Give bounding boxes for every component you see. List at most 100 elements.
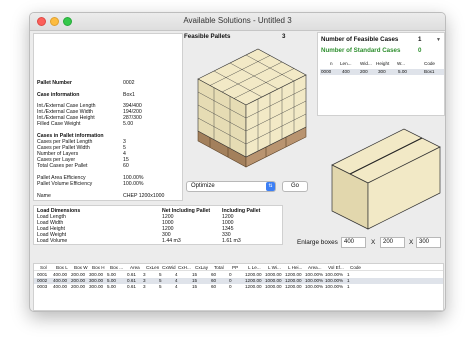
solutions-col-header[interactable]: L Le... bbox=[248, 264, 261, 271]
solutions-cell: 0 bbox=[229, 284, 232, 289]
cases-summary-panel: Number of Feasible Cases 1 ▼ Number of S… bbox=[317, 32, 445, 116]
load-net-value: 1.44 m3 bbox=[162, 238, 181, 244]
feasible-pallets-label: Feasible Pallets bbox=[184, 33, 231, 40]
case-info-value: Box1 bbox=[123, 92, 135, 98]
cases-table-header: n Len... Wid... Height W... Code bbox=[320, 61, 444, 67]
vol-eff-label: Pallet Volume Efficiency bbox=[37, 181, 93, 187]
cell: 300 bbox=[378, 69, 386, 74]
triangle-down-icon[interactable]: ▼ bbox=[436, 37, 441, 43]
load-row: Load Volume 1.44 m3 1.61 m3 bbox=[37, 238, 283, 244]
standard-cases-value: 0 bbox=[418, 47, 422, 54]
solutions-col-header[interactable]: Box W bbox=[74, 264, 88, 271]
solutions-col-header[interactable]: L Hei... bbox=[288, 264, 302, 271]
pallet-number-label: Pallet Number bbox=[37, 80, 72, 86]
solutions-cell: 3 bbox=[143, 284, 146, 289]
solutions-cell: 100.00% bbox=[305, 284, 324, 289]
solutions-col-header[interactable]: Box L bbox=[56, 264, 68, 271]
load-dimensions-panel: Load Dimensions Net Including Pallet Inc… bbox=[33, 205, 283, 245]
enlarge-length-input[interactable]: 400 bbox=[341, 237, 366, 248]
feasible-pallets-count: 3 bbox=[282, 33, 286, 40]
pallet-info-panel: Pallet Number 0002 Case information Box1 I… bbox=[33, 33, 183, 201]
load-incl-value: 1.61 m3 bbox=[222, 238, 241, 244]
solutions-col-header[interactable]: Area... bbox=[308, 264, 322, 271]
standard-cases-label: Number of Standard Cases bbox=[321, 47, 401, 54]
solutions-col-header[interactable]: Sol bbox=[40, 264, 47, 271]
solutions-cell: 200.00 bbox=[71, 284, 86, 289]
solutions-col-header[interactable]: Total bbox=[214, 264, 224, 271]
pallet-name-value: CHEP 1200x1000 bbox=[123, 193, 165, 199]
solutions-cell: 100.00% bbox=[325, 284, 344, 289]
col-length[interactable]: Len... bbox=[340, 61, 352, 67]
solutions-col-header[interactable]: CxLen bbox=[146, 264, 159, 271]
filled-weight-value: 5.00 bbox=[123, 121, 134, 127]
cell: 0000 bbox=[321, 69, 332, 74]
optimize-select[interactable]: Optimize ⇅ bbox=[186, 181, 276, 192]
solutions-col-header[interactable]: PP bbox=[232, 264, 238, 271]
col-n[interactable]: n bbox=[330, 61, 333, 67]
pallet-name-label: Name bbox=[37, 193, 51, 199]
enlarge-height-input[interactable]: 300 bbox=[416, 237, 441, 248]
available-solutions-window: Available Solutions - Untitled 3 Pallet … bbox=[29, 12, 446, 312]
solutions-col-header[interactable]: L Wi... bbox=[268, 264, 281, 271]
case-info-row: Case information Box1 bbox=[37, 92, 181, 98]
col-code[interactable]: Code bbox=[424, 61, 435, 67]
window-title: Available Solutions - Untitled 3 bbox=[183, 16, 292, 25]
solutions-cell: 1200.00 bbox=[285, 284, 302, 289]
total-cases-row: Total Cases per Pallet 60 bbox=[37, 163, 181, 169]
chevron-updown-icon: ⇅ bbox=[266, 182, 275, 191]
solutions-col-header[interactable]: Area bbox=[130, 264, 140, 271]
total-cases-value: 60 bbox=[123, 163, 129, 169]
solutions-cell: 15 bbox=[192, 284, 198, 289]
solutions-cell: 400.00 bbox=[53, 284, 68, 289]
solutions-col-header[interactable]: CxH... bbox=[178, 264, 191, 271]
feasible-pallets-header: Feasible Pallets 3 bbox=[184, 32, 314, 42]
pallet-name-row: Name CHEP 1200x1000 bbox=[37, 193, 181, 199]
cell: 400 bbox=[342, 69, 350, 74]
solutions-cell: 0003 bbox=[37, 284, 48, 289]
vol-eff-value: 100.00% bbox=[123, 181, 144, 187]
enlarge-boxes-label: Enlarge boxes bbox=[297, 239, 338, 246]
cell: 200 bbox=[360, 69, 368, 74]
solutions-table: Sol Box L Box W Box H Box ... Area CxLen CxWid C… bbox=[33, 263, 444, 311]
pallet-3d-view[interactable] bbox=[190, 45, 315, 177]
cell: Box1 bbox=[424, 69, 435, 74]
optimize-select-value: Optimize bbox=[191, 183, 215, 189]
case-3d-view[interactable] bbox=[330, 125, 442, 233]
solutions-col-header[interactable]: CxLay bbox=[195, 264, 208, 271]
filled-weight-row: Filled Case Weight 5.00 bbox=[37, 121, 181, 127]
feasible-cases-value: 1 bbox=[418, 36, 422, 43]
table-row[interactable]: 0003 400.00 200.00 300.00 5.00 0.61 3 5 4 15 60 0 12… bbox=[34, 284, 443, 290]
pallet-number-row: Pallet Number 0002 bbox=[37, 80, 181, 86]
solutions-cell: 5.00 bbox=[107, 284, 116, 289]
x-separator-2: X bbox=[409, 239, 414, 246]
col-weight[interactable]: W... bbox=[397, 61, 405, 67]
solutions-col-header[interactable]: Vol Ef... bbox=[328, 264, 344, 271]
solutions-col-header[interactable]: Code bbox=[350, 264, 361, 271]
solutions-cell: 1200.00 bbox=[245, 284, 262, 289]
solutions-col-header[interactable]: Box ... bbox=[110, 264, 123, 271]
filled-weight-label: Filled Case Weight bbox=[37, 121, 81, 127]
col-width[interactable]: Wid... bbox=[360, 61, 372, 67]
col-height[interactable]: Height bbox=[376, 61, 389, 67]
x-separator-1: X bbox=[371, 239, 376, 246]
solutions-cell: 60 bbox=[211, 284, 217, 289]
solutions-cell: 1000.00 bbox=[265, 284, 282, 289]
table-row[interactable]: 0000 400 200 300 5.00 Box1 bbox=[320, 69, 444, 75]
title-bar: Available Solutions - Untitled 3 bbox=[30, 13, 445, 31]
solutions-cell: 4 bbox=[175, 284, 178, 289]
solutions-col-header[interactable]: Box H bbox=[92, 264, 105, 271]
solutions-cell: 300.00 bbox=[89, 284, 104, 289]
cell: 5.00 bbox=[398, 69, 407, 74]
solutions-cell: 1 bbox=[347, 284, 350, 289]
go-button[interactable]: Go bbox=[282, 181, 308, 192]
total-cases-label: Total Cases per Pallet bbox=[37, 163, 88, 169]
solutions-cell: 5 bbox=[159, 284, 162, 289]
solutions-col-header[interactable]: CxWid bbox=[162, 264, 176, 271]
feasible-cases-label: Number of Feasible Cases bbox=[321, 36, 399, 43]
pallet-number-value: 0002 bbox=[123, 80, 135, 86]
enlarge-width-input[interactable]: 200 bbox=[380, 237, 405, 248]
solutions-table-header: Sol Box L Box W Box H Box ... Area CxLen CxWid C… bbox=[34, 264, 443, 271]
solutions-cell: 0.61 bbox=[127, 284, 136, 289]
vol-eff-row: Pallet Volume Efficiency 100.00% bbox=[37, 181, 181, 187]
case-info-label: Case information bbox=[37, 92, 80, 98]
